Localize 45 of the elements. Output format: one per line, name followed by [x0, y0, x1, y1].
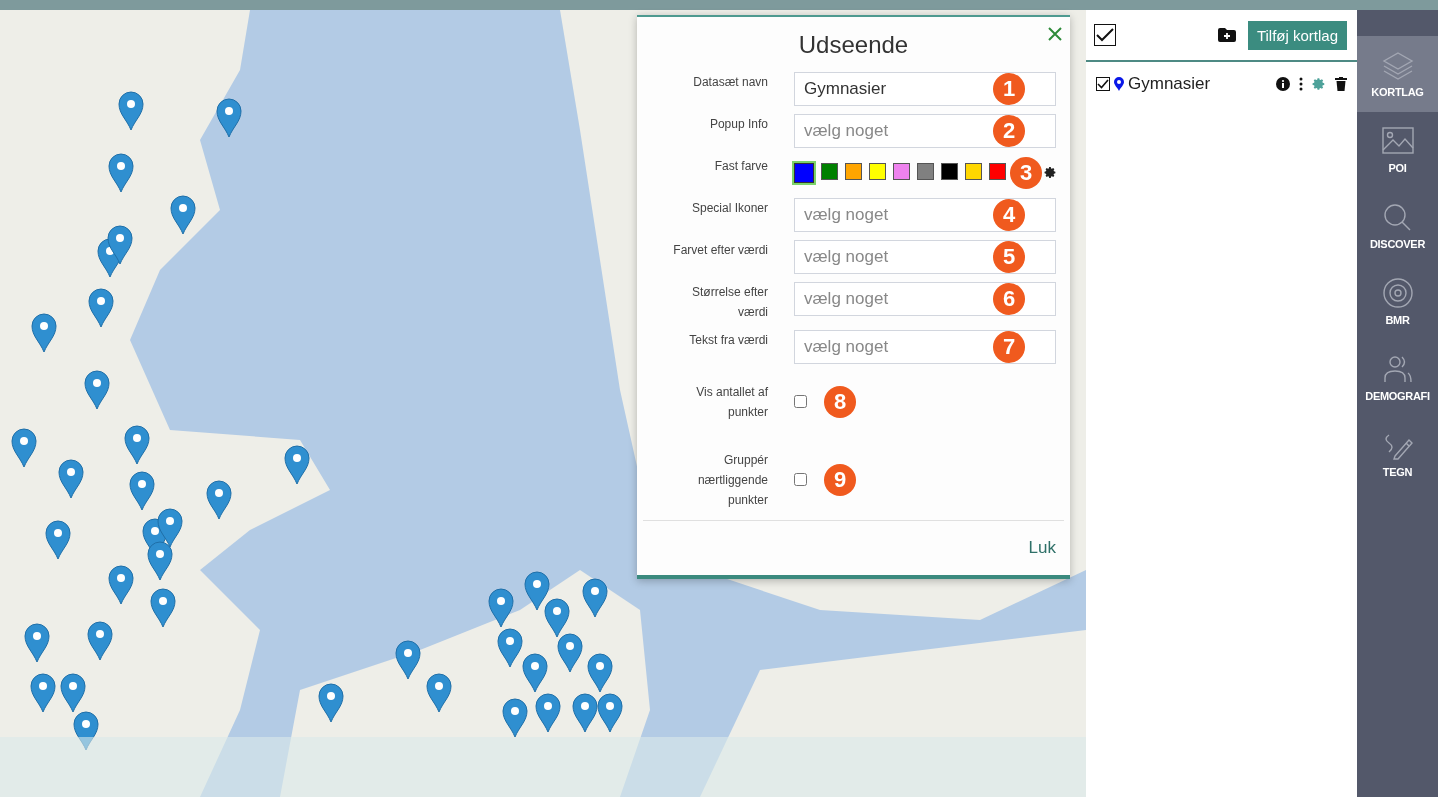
add-layer-button[interactable]: Tilføj kortlag — [1247, 20, 1347, 50]
info-icon[interactable] — [1276, 77, 1290, 91]
location-pin-icon — [1114, 77, 1124, 91]
nav-tab[interactable]: KORTLAG — [1357, 36, 1438, 112]
nav-tab[interactable]: POI — [1357, 112, 1438, 188]
color-swatch[interactable] — [869, 162, 886, 180]
field-label: Fast farve — [713, 157, 768, 175]
nav-tab[interactable]: TEGN — [1357, 416, 1438, 492]
select-all-checkbox[interactable] — [1094, 24, 1116, 46]
color-swatch[interactable] — [965, 162, 982, 180]
field-label: Popup Info — [708, 115, 768, 133]
field-label: Vis antallet af punkter — [695, 383, 768, 421]
color-swatch[interactable] — [941, 162, 958, 180]
settings-icon[interactable] — [1044, 165, 1057, 179]
nav-tab[interactable]: DISCOVER — [1357, 188, 1438, 264]
close-icon[interactable] — [1048, 27, 1062, 41]
field-label: Farvet efter værdi — [672, 241, 768, 259]
color-swatch[interactable] — [845, 162, 862, 180]
color-swatch[interactable] — [821, 162, 838, 180]
checkbox[interactable] — [794, 395, 807, 409]
layer-checkbox[interactable] — [1096, 77, 1110, 91]
number-badge: 8 — [824, 385, 856, 418]
close-button[interactable]: Luk — [1020, 531, 1064, 564]
color-swatch[interactable] — [989, 162, 1006, 180]
add-folder-icon[interactable] — [1217, 28, 1236, 42]
field-label: Størrelse efter værdi — [690, 283, 768, 321]
trash-icon[interactable] — [1335, 77, 1347, 91]
dialog-title: Udseende — [798, 31, 909, 60]
color-swatch[interactable] — [794, 162, 814, 183]
target-icon — [1380, 278, 1415, 308]
nav-tab[interactable]: DEMOGRAFI — [1357, 340, 1438, 416]
image-icon — [1380, 126, 1415, 156]
number-badge: 3 — [1010, 156, 1042, 189]
more-options-icon[interactable] — [1299, 77, 1303, 91]
color-swatch[interactable] — [917, 162, 934, 180]
field-label: Gruppér nærtliggende punkter — [696, 451, 768, 509]
color-swatch[interactable] — [893, 162, 910, 180]
field-label: Tekst fra værdi — [688, 331, 768, 349]
nav-tab[interactable]: BMR — [1357, 264, 1438, 340]
checkbox[interactable] — [794, 473, 807, 487]
layers-icon — [1380, 50, 1415, 80]
number-badge: 9 — [824, 463, 856, 496]
field-label: Special Ikoner — [690, 199, 768, 217]
layer-name[interactable]: Gymnasier — [1128, 74, 1211, 94]
field-label: Datasæt navn — [692, 73, 768, 91]
